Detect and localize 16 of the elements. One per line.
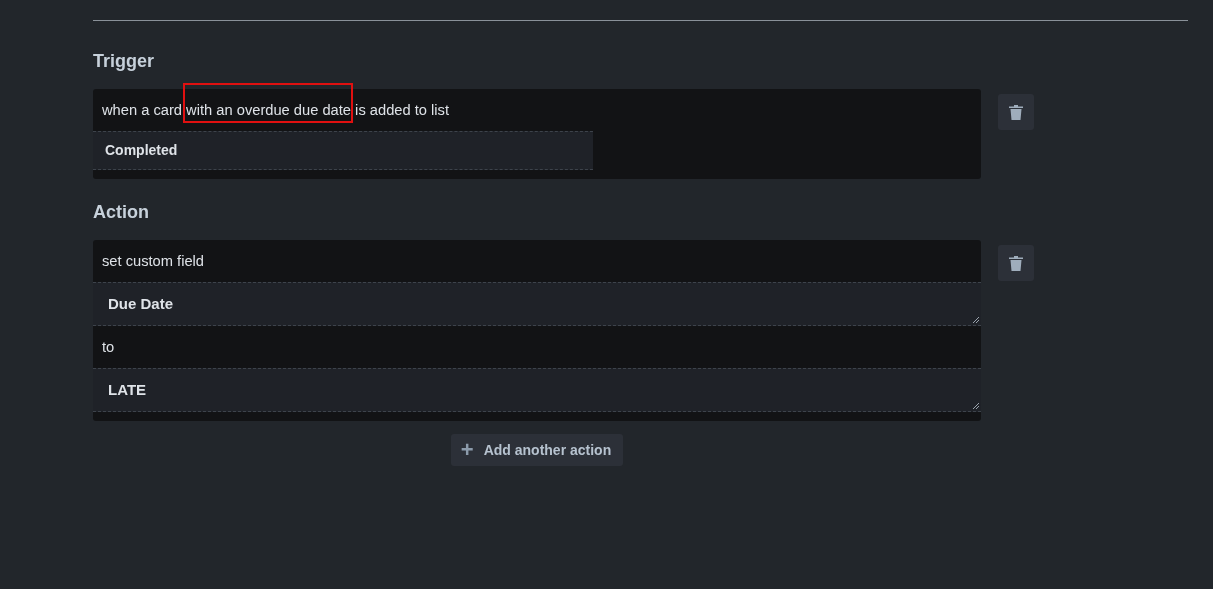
delete-button[interactable]: [998, 245, 1034, 281]
value-field[interactable]: LATE: [93, 368, 981, 412]
list-select[interactable]: Completed: [93, 131, 593, 170]
section-heading: Action: [93, 202, 150, 222]
value-field[interactable]: Due Date: [93, 282, 981, 326]
rule-text: to: [102, 339, 115, 355]
trash-icon: [1009, 104, 1023, 120]
section-heading: Trigger: [93, 51, 155, 71]
resize-grip-icon[interactable]: [972, 402, 980, 410]
resize-grip-icon[interactable]: [972, 316, 980, 324]
delete-button[interactable]: [998, 94, 1034, 130]
trash-icon: [1009, 255, 1023, 271]
add-action-button[interactable]: + Add another action: [450, 434, 624, 466]
rule-text: when a card with an overdue due date is added to list: [102, 102, 449, 118]
plus-icon: +: [460, 439, 474, 461]
rule-text: set custom field: [102, 253, 205, 269]
